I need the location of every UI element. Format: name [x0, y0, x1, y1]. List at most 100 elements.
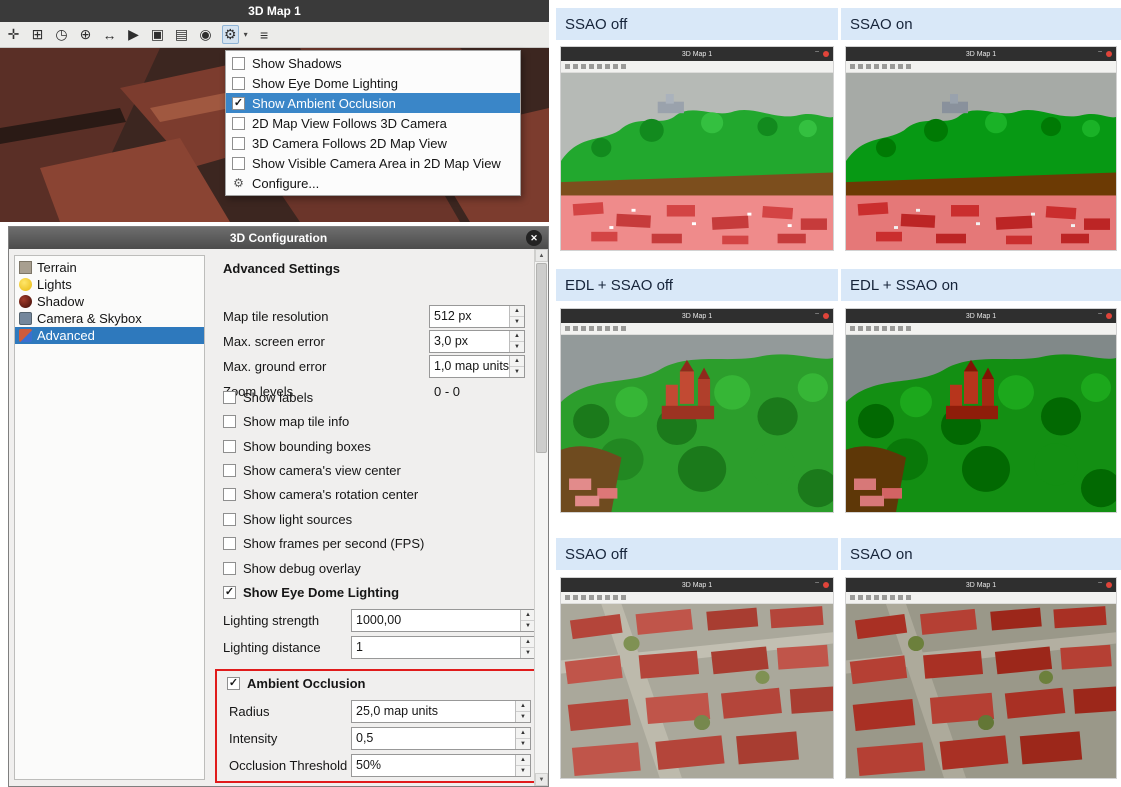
checkbox-show-labels[interactable]: Show labels [223, 388, 313, 406]
spin-up-icon[interactable]: ▲ [510, 356, 524, 367]
checkbox-show-eye-dome-lighting[interactable]: Show Eye Dome Lighting [223, 583, 399, 601]
max-ground-error-spinbox[interactable]: 1,0 map units ▲▼ [429, 355, 525, 378]
checkbox[interactable] [223, 415, 236, 428]
checkbox-unchecked[interactable] [232, 137, 245, 150]
checkbox[interactable] [223, 488, 236, 501]
checkbox-show-light-sources[interactable]: Show light sources [223, 510, 352, 528]
checkbox[interactable] [223, 391, 236, 404]
checkbox-show-debug-overlay[interactable]: Show debug overlay [223, 559, 361, 577]
menu-item-show-eye-dome-lighting[interactable]: Show Eye Dome Lighting [226, 73, 520, 93]
ao-radius-spinbox[interactable]: 25,0 map units ▲▼ [351, 700, 531, 723]
spin-down-icon[interactable]: ▼ [510, 342, 524, 352]
sidebar-item-terrain[interactable]: Terrain [15, 259, 204, 276]
max-screen-error-spinbox[interactable]: 3,0 px ▲▼ [429, 330, 525, 353]
scene-render-classified [561, 73, 833, 250]
scroll-down-icon[interactable]: ▼ [535, 773, 548, 786]
sidebar-item-shadow[interactable]: Shadow [15, 293, 204, 310]
spin-up-icon[interactable]: ▲ [510, 331, 524, 342]
spin-value[interactable]: 1 [352, 637, 520, 658]
spin-up-icon[interactable]: ▲ [516, 755, 530, 766]
menu-item-2d-follows-3d[interactable]: 2D Map View Follows 3D Camera [226, 113, 520, 133]
lighting-distance-spinbox[interactable]: 1 ▲▼ [351, 636, 536, 659]
ao-intensity-spinbox[interactable]: 0,5 ▲▼ [351, 727, 531, 750]
menu-item-label: Show Shadows [252, 56, 342, 71]
spin-value[interactable]: 0,5 [352, 728, 515, 749]
checkbox-show-camera-view-center[interactable]: Show camera's view center [223, 461, 401, 479]
spin-up-icon[interactable]: ▲ [521, 637, 535, 648]
scroll-up-icon[interactable]: ▲ [535, 249, 548, 262]
spin-up-icon[interactable]: ▲ [516, 701, 530, 712]
camera-move-icon[interactable]: ⊞ [30, 26, 45, 43]
spin-up-icon[interactable]: ▲ [510, 306, 524, 317]
dialog-titlebar[interactable]: 3D Configuration ✕ [9, 227, 548, 249]
checkbox-unchecked[interactable] [232, 77, 245, 90]
checkbox[interactable] [223, 562, 236, 575]
spin-down-icon[interactable]: ▼ [516, 766, 530, 776]
close-icon[interactable]: ✕ [526, 230, 542, 246]
checkbox-checked[interactable] [232, 97, 245, 110]
export-scene-icon[interactable]: ▤ [174, 26, 189, 43]
spin-down-icon[interactable]: ▼ [510, 317, 524, 327]
sidebar-item-label: Shadow [37, 294, 84, 309]
spin-value[interactable]: 3,0 px [430, 331, 509, 352]
lighting-strength-spinbox[interactable]: 1000,00 ▲▼ [351, 609, 536, 632]
spin-value[interactable]: 50% [352, 755, 515, 776]
checkbox[interactable] [223, 464, 236, 477]
menu-item-configure[interactable]: ⚙ Configure... [226, 173, 520, 193]
zoom-levels-value: 0 - 0 [434, 380, 460, 403]
close-icon [823, 51, 829, 57]
spin-down-icon[interactable]: ▼ [516, 712, 530, 722]
scene-render-aerial [846, 604, 1116, 778]
checkbox-show-fps[interactable]: Show frames per second (FPS) [223, 534, 424, 552]
spin-down-icon[interactable]: ▼ [516, 739, 530, 749]
options-wrench-icon[interactable]: ⚙ [222, 25, 239, 44]
checkbox-unchecked[interactable] [232, 157, 245, 170]
checkbox-show-map-tile-info[interactable]: Show map tile info [223, 412, 349, 430]
checkbox-checked[interactable] [223, 586, 236, 599]
spin-value[interactable]: 1000,00 [352, 610, 520, 631]
sidebar-item-lights[interactable]: Lights [15, 276, 204, 293]
minimize-icon [1098, 310, 1102, 317]
checkbox-unchecked[interactable] [232, 117, 245, 130]
checkbox-unchecked[interactable] [232, 57, 245, 70]
menu-item-show-ambient-occlusion[interactable]: Show Ambient Occlusion [226, 93, 520, 113]
play-animation-icon[interactable]: ▶ [126, 26, 141, 43]
pan-icon[interactable]: ✛ [6, 26, 21, 43]
spin-up-icon[interactable]: ▲ [516, 728, 530, 739]
scrollbar-thumb[interactable] [536, 263, 547, 453]
checkbox[interactable] [223, 440, 236, 453]
checkbox-checked[interactable] [227, 677, 240, 690]
mini-window-toolbar [561, 61, 833, 73]
map-window-titlebar[interactable]: 3D Map 1 [0, 0, 549, 22]
dialog-scrollbar[interactable]: ▲ ▼ [534, 249, 548, 786]
checkbox-show-camera-rotation-center[interactable]: Show camera's rotation center [223, 485, 418, 503]
spin-down-icon[interactable]: ▼ [510, 367, 524, 377]
checkbox[interactable] [223, 513, 236, 526]
checkbox[interactable] [223, 537, 236, 550]
legend-icon[interactable]: ≡ [257, 27, 272, 43]
mini-window-toolbar [846, 323, 1116, 335]
menu-item-show-visible-camera-area[interactable]: Show Visible Camera Area in 2D Map View [226, 153, 520, 173]
save-scene-icon[interactable]: ▣ [150, 26, 165, 43]
comparison-header-edl-ssao-off: EDL + SSAO off [556, 269, 838, 301]
menu-item-show-shadows[interactable]: Show Shadows [226, 53, 520, 73]
spin-down-icon[interactable]: ▼ [521, 621, 535, 631]
zoom-icon[interactable]: ⊕ [78, 26, 93, 43]
spin-up-icon[interactable]: ▲ [521, 610, 535, 621]
effects-eye-icon[interactable]: ◉ [198, 26, 213, 43]
sidebar-item-advanced[interactable]: Advanced [15, 327, 204, 344]
menu-item-label: Configure... [252, 176, 319, 191]
checkbox-show-bounding-boxes[interactable]: Show bounding boxes [223, 437, 371, 455]
ao-occlusion-threshold-spinbox[interactable]: 50% ▲▼ [351, 754, 531, 777]
checkbox-ambient-occlusion[interactable]: Ambient Occlusion [227, 674, 365, 692]
measure-line-icon[interactable]: ↔ [102, 27, 117, 43]
sidebar-item-camera-skybox[interactable]: Camera & Skybox [15, 310, 204, 327]
spin-value[interactable]: 25,0 map units [352, 701, 515, 722]
menu-item-3d-follows-2d[interactable]: 3D Camera Follows 2D Map View [226, 133, 520, 153]
spin-value[interactable]: 1,0 map units [430, 356, 509, 377]
map-tile-resolution-spinbox[interactable]: 512 px ▲▼ [429, 305, 525, 328]
mini-window-title: 3D Map 1 [966, 582, 996, 589]
animation-icon[interactable]: ◷ [54, 26, 69, 43]
spin-value[interactable]: 512 px [430, 306, 509, 327]
spin-down-icon[interactable]: ▼ [521, 648, 535, 658]
